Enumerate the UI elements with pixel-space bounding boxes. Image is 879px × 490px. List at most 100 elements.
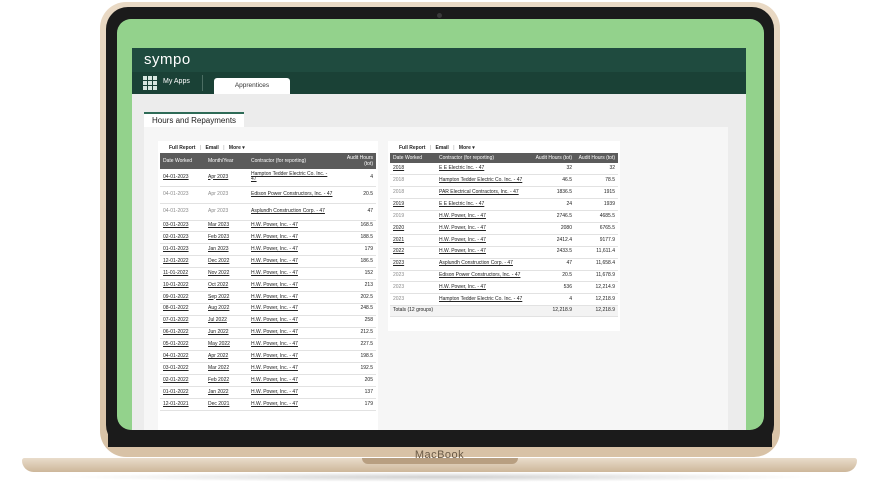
- month-year-cell[interactable]: Mar 2022: [205, 362, 248, 376]
- column-header-contractor[interactable]: Contractor (for reporting): [248, 153, 336, 169]
- year-cell[interactable]: 2022: [390, 246, 436, 259]
- contractor-link[interactable]: H.W. Power, Inc. - 47: [436, 210, 532, 223]
- contractor-link[interactable]: H.W. Power, Inc. - 47: [248, 315, 336, 328]
- contractor-link[interactable]: H.W. Power, Inc. - 47: [248, 362, 336, 376]
- column-header-date-worked[interactable]: Date Worked: [390, 153, 436, 163]
- contractor-link[interactable]: Asplundh Construction Corp. - 47: [248, 203, 336, 221]
- contractor-link[interactable]: Asplundh Construction Corp. - 47: [436, 258, 532, 271]
- contractor-link[interactable]: H.W. Power, Inc. - 47: [248, 338, 336, 352]
- more-dropdown[interactable]: More ▾: [459, 145, 475, 151]
- month-year-cell[interactable]: Sep 2022: [205, 291, 248, 304]
- month-year-cell[interactable]: Feb 2023: [205, 231, 248, 245]
- year-cell[interactable]: 2021: [390, 234, 436, 247]
- date-worked-cell[interactable]: 02-01-2022: [160, 374, 205, 387]
- contractor-link[interactable]: H.W. Power, Inc. - 47: [248, 327, 336, 340]
- month-year-cell[interactable]: Dec 2021: [205, 398, 248, 411]
- column-header-month-year[interactable]: Month/Year: [205, 153, 248, 169]
- column-header-audit-hours[interactable]: Audit Hours (tot): [336, 153, 376, 169]
- date-worked-cell[interactable]: 02-01-2023: [160, 231, 205, 245]
- column-header-contractor[interactable]: Contractor (for reporting): [436, 153, 532, 163]
- my-apps-link[interactable]: My Apps: [163, 78, 190, 85]
- audit-hours-cumulative-cell: 9177.9: [575, 234, 618, 247]
- month-year-cell[interactable]: Apr 2023: [205, 169, 248, 187]
- month-year-cell[interactable]: Jul 2022: [205, 315, 248, 328]
- month-year-cell[interactable]: Feb 2022: [205, 374, 248, 387]
- year-cell[interactable]: 2018: [390, 163, 436, 176]
- full-report-link[interactable]: Full Report: [169, 145, 195, 151]
- audit-hours-cell: 47: [336, 203, 376, 221]
- table-row: 09-01-2022 Sep 2022 H.W. Power, Inc. - 47 2…: [160, 291, 376, 304]
- contractor-link[interactable]: E E Electric Inc. - 47: [436, 163, 532, 176]
- month-year-cell[interactable]: Jan 2022: [205, 386, 248, 399]
- contractor-link[interactable]: H.W. Power, Inc. - 47: [248, 279, 336, 292]
- month-year-cell[interactable]: Aug 2022: [205, 303, 248, 316]
- full-report-link[interactable]: Full Report: [399, 145, 425, 151]
- contractor-link[interactable]: H.W. Power, Inc. - 47: [248, 398, 336, 411]
- contractor-link[interactable]: H.W. Power, Inc. - 47: [248, 386, 336, 399]
- date-worked-cell[interactable]: 01-01-2022: [160, 386, 205, 399]
- date-worked-cell[interactable]: 06-01-2022: [160, 327, 205, 340]
- audit-hours-cumulative-cell: 6765.5: [575, 222, 618, 235]
- month-year-cell[interactable]: Apr 2022: [205, 350, 248, 364]
- month-year-cell[interactable]: Dec 2022: [205, 255, 248, 269]
- contractor-link[interactable]: H.W. Power, Inc. - 47: [248, 267, 336, 280]
- tab-hours-and-repayments[interactable]: Hours and Repayments: [144, 112, 245, 127]
- date-worked-cell[interactable]: 03-01-2023: [160, 220, 205, 233]
- date-worked-cell[interactable]: 11-01-2022: [160, 267, 205, 280]
- date-worked-cell[interactable]: 10-01-2022: [160, 279, 205, 292]
- month-year-cell[interactable]: Nov 2022: [205, 267, 248, 280]
- contractor-link[interactable]: Hampton Tedder Electric Co. Inc. - 47: [436, 174, 532, 188]
- contractor-link[interactable]: H.W. Power, Inc. - 47: [248, 231, 336, 245]
- date-worked-cell[interactable]: 09-01-2022: [160, 291, 205, 304]
- date-worked-cell[interactable]: 07-01-2022: [160, 315, 205, 328]
- apps-grid-icon[interactable]: [143, 76, 157, 90]
- date-worked-cell[interactable]: 01-01-2023: [160, 243, 205, 257]
- report-content: Full Report | Email | More ▾ Date Worked…: [144, 127, 728, 430]
- contractor-link[interactable]: H.W. Power, Inc. - 47: [436, 246, 532, 259]
- contractor-link[interactable]: H.W. Power, Inc. - 47: [248, 350, 336, 364]
- email-link[interactable]: Email: [435, 145, 448, 151]
- contractor-link[interactable]: H.W. Power, Inc. - 47: [248, 291, 336, 304]
- month-year-cell[interactable]: Oct 2022: [205, 279, 248, 292]
- column-header-audit-hours-cumulative[interactable]: Audit Hours (tot): [575, 153, 618, 163]
- contractor-link[interactable]: H.W. Power, Inc. - 47: [436, 281, 532, 295]
- column-header-date-worked[interactable]: Date Worked: [160, 153, 205, 169]
- contractor-link[interactable]: H.W. Power, Inc. - 47: [248, 243, 336, 257]
- year-cell[interactable]: 2020: [390, 222, 436, 235]
- app-logo[interactable]: sympo: [144, 51, 191, 68]
- contractor-link[interactable]: Edison Power Constructors, Inc. - 47: [436, 270, 532, 283]
- contractor-link[interactable]: Hampton Tedder Electric Co. Inc. - 47: [436, 293, 532, 307]
- date-worked-cell[interactable]: 04-01-2023: [160, 169, 205, 187]
- contractor-link[interactable]: E E Electric Inc. - 47: [436, 198, 532, 212]
- contractor-link[interactable]: H.W. Power, Inc. - 47: [248, 374, 336, 387]
- contractor-link[interactable]: PAR Electrical Contractors, Inc. - 47: [436, 186, 532, 200]
- audit-hours-cell: 152: [336, 267, 376, 280]
- year-cell: 2019: [390, 210, 436, 223]
- contractor-link[interactable]: H.W. Power, Inc. - 47: [436, 234, 532, 247]
- month-year-cell[interactable]: Mar 2023: [205, 220, 248, 233]
- contractor-link[interactable]: H.W. Power, Inc. - 47: [436, 222, 532, 235]
- year-cell[interactable]: 2023: [390, 258, 436, 271]
- more-dropdown[interactable]: More ▾: [229, 145, 245, 151]
- contractor-link[interactable]: Hampton Tedder Electric Co. Inc. - 47: [248, 169, 336, 187]
- year-cell[interactable]: 2019: [390, 198, 436, 212]
- date-worked-cell[interactable]: 04-01-2022: [160, 350, 205, 364]
- audit-hours-cell: 4: [336, 169, 376, 187]
- contractor-link[interactable]: H.W. Power, Inc. - 47: [248, 255, 336, 269]
- email-link[interactable]: Email: [205, 145, 218, 151]
- contractor-link[interactable]: H.W. Power, Inc. - 47: [248, 220, 336, 233]
- tab-apprentices[interactable]: Apprentices: [214, 78, 290, 94]
- date-worked-cell[interactable]: 12-01-2022: [160, 255, 205, 269]
- column-header-audit-hours[interactable]: Audit Hours (tot): [532, 153, 575, 163]
- date-worked-cell[interactable]: 03-01-2022: [160, 362, 205, 376]
- contractor-link[interactable]: H.W. Power, Inc. - 47: [248, 303, 336, 316]
- month-year-cell[interactable]: Jan 2023: [205, 243, 248, 257]
- contractor-link[interactable]: Edison Power Constructors, Inc. - 47: [248, 186, 336, 204]
- date-worked-cell[interactable]: 12-01-2021: [160, 398, 205, 411]
- table-row: 02-01-2022 Feb 2022 H.W. Power, Inc. - 47 2…: [160, 374, 376, 387]
- date-worked-cell[interactable]: 05-01-2022: [160, 338, 205, 352]
- table-row: 03-01-2022 Mar 2022 H.W. Power, Inc. - 47 1…: [160, 362, 376, 376]
- date-worked-cell[interactable]: 08-01-2022: [160, 303, 205, 316]
- month-year-cell[interactable]: Jun 2022: [205, 327, 248, 340]
- month-year-cell[interactable]: May 2022: [205, 338, 248, 352]
